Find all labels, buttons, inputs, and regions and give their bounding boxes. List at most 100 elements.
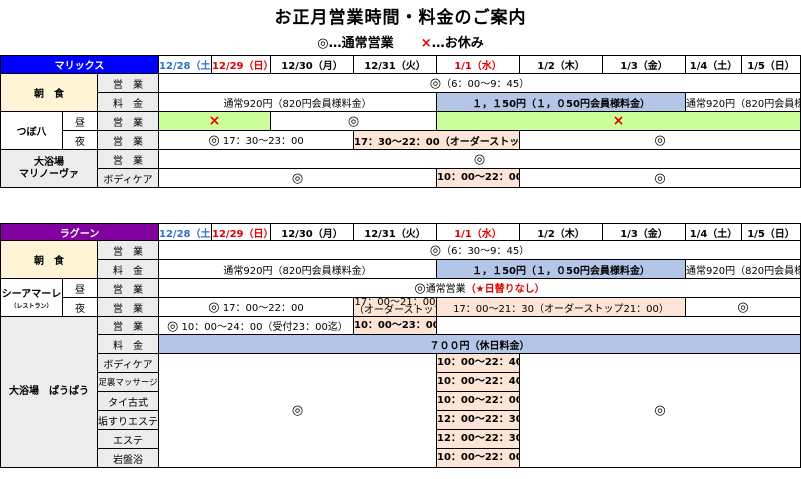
service-label-akasuri: 垢すりエステ bbox=[97, 410, 159, 430]
service-label-esthe: エステ bbox=[97, 429, 159, 449]
paupau-price: ７００円（休日料金） bbox=[158, 334, 801, 354]
paupau-label: 大浴場 ぱうぱう bbox=[0, 316, 98, 468]
paupau-hours: ◎ 10：00〜24：00（受付23：00迄） bbox=[158, 316, 354, 335]
date-1230: 12/30（月） bbox=[270, 223, 354, 241]
tsubohachi-night-open-2: ◎ bbox=[519, 130, 801, 150]
paupau-hours-blank bbox=[436, 316, 801, 335]
breakfast-label: 朝 食 bbox=[0, 73, 98, 112]
date-0101: 1/1（水） bbox=[436, 223, 520, 241]
breakfast-price-row: 料 金 通常920円（820円会員様料金） １，１50円（１，０50円会員様料金… bbox=[1, 259, 801, 279]
service-special-ganban: 10：00〜22：00(受付21：00迄) bbox=[436, 448, 520, 468]
date-1230: 12/30（月） bbox=[270, 55, 355, 74]
date-1228: 12/28（土） bbox=[158, 55, 213, 74]
breakfast-label: 朝 食 bbox=[0, 240, 98, 279]
services-open-1: ◎ bbox=[158, 353, 437, 468]
tsubohachi-label: つぼ八 bbox=[0, 111, 63, 150]
row-label-open: 営 業 bbox=[96, 73, 160, 93]
service-label-foot: 足裏マッサージ bbox=[97, 372, 159, 392]
marinova-label: 大浴場 マリノーヴァ bbox=[0, 149, 98, 188]
open-mark: ◎ bbox=[429, 243, 442, 258]
lunch-label: 昼 bbox=[62, 111, 98, 131]
open-mark: ◎ bbox=[208, 300, 220, 315]
page-title: お正月営業時間・料金のご案内 bbox=[274, 8, 527, 28]
open-mark: ◎ bbox=[414, 281, 426, 296]
breakfast-hours: ◎（6：30〜9：45） bbox=[158, 240, 801, 260]
closed-mark: × bbox=[612, 113, 625, 129]
seamarle-night-1231: 17：00〜21：00（オーダーストップ20：30） bbox=[353, 297, 437, 317]
service-special-foot: 10：00〜22：40(受付22：00迄) bbox=[436, 372, 520, 392]
date-1229: 12/29（日） bbox=[211, 55, 272, 74]
tsubohachi-night-row: 夜 営 業 ◎ 17：30〜23：00 17：30〜22：00（オーダーストップ… bbox=[1, 130, 801, 150]
lunch-label: 昼 bbox=[62, 278, 98, 298]
closed-mark: × bbox=[208, 113, 221, 129]
legend-closed-text: …お休み bbox=[431, 36, 484, 51]
row-label-open: 営 業 bbox=[97, 316, 159, 335]
legend-open: ◎…通常営業 bbox=[317, 36, 394, 51]
paupau-hours-text: 10：00〜24：00（受付23：00迄） bbox=[181, 321, 348, 333]
seamarle-sub: （レストラン） bbox=[10, 302, 53, 310]
date-header-row: ラグーン 12/28（土） 12/29（日） 12/30（月） 12/31（火）… bbox=[0, 223, 801, 241]
bath-open-all: ◎ bbox=[158, 149, 801, 169]
bodycare-special: 10：00〜22：00（受付22：00迄） bbox=[436, 168, 521, 188]
seamarle-night-open: ◎ 17：00〜22：00 bbox=[158, 297, 354, 317]
date-0104: 1/4（土） bbox=[685, 55, 743, 74]
row-label-open: 営 業 bbox=[97, 278, 159, 298]
row-label-price: 料 金 bbox=[96, 92, 160, 112]
date-1229: 12/29（日） bbox=[211, 223, 271, 241]
seamarle-name: シーアマーレ bbox=[1, 288, 62, 300]
date-1231: 12/31（火） bbox=[353, 223, 437, 241]
row-label-price: 料 金 bbox=[97, 334, 159, 354]
service-label-thai: タイ古式 bbox=[97, 391, 159, 411]
paupau-price-row: 料 金 ７００円（休日料金） bbox=[1, 334, 801, 354]
row-label-open: 営 業 bbox=[96, 149, 160, 169]
seamarle-lunch-open: ◎通常営業（★日替りなし） bbox=[158, 278, 801, 298]
service-label-ganban: 岩盤浴 bbox=[97, 448, 159, 468]
breakfast-hours: ◎（6：00〜9：45） bbox=[158, 73, 801, 93]
breakfast-price-normal: 通常920円（820円会員様料金） bbox=[158, 259, 437, 279]
open-mark: ◎ bbox=[473, 151, 486, 167]
service-label-bodycare: ボディケア bbox=[97, 353, 159, 373]
service-special-akasuri: 12：00〜22：30(受付22：00迄) bbox=[436, 410, 520, 430]
service-special-bodycare: 10：00〜22：40(受付22：00迄) bbox=[436, 353, 520, 373]
open-mark: ◎ bbox=[208, 133, 220, 148]
night-label: 夜 bbox=[62, 297, 98, 317]
date-0102: 1/2（木） bbox=[519, 223, 603, 241]
bodycare-open-2: ◎ bbox=[519, 168, 801, 188]
seamarle-lunch-note: （★日替りなし） bbox=[465, 284, 545, 295]
night-label: 夜 bbox=[62, 130, 98, 150]
breakfast-price-normal-end: 通常920円（820円会員様料金） bbox=[685, 259, 801, 279]
date-0105: 1/5（日） bbox=[741, 223, 801, 241]
row-label-open: 営 業 bbox=[96, 111, 160, 131]
row-label-price: 料 金 bbox=[97, 259, 159, 279]
date-0105: 1/5（日） bbox=[741, 55, 801, 74]
breakfast-hours-text: （6：30〜9：45） bbox=[441, 246, 530, 257]
marix-schedule-table: マリックス 12/28（土） 12/29（日） 12/30（月） 12/31（火… bbox=[0, 55, 801, 188]
row-label-bodycare: ボディケア bbox=[96, 168, 160, 188]
bodycare-row: ボディケア ◎ 10：00〜22：00（受付22：00迄） ◎ bbox=[1, 168, 801, 188]
seamarle-label: シーアマーレ （レストラン） bbox=[0, 278, 63, 317]
paupau-open-row: 大浴場 ぱうぱう 営 業 ◎ 10：00〜24：00（受付23：00迄） 10：… bbox=[0, 316, 801, 468]
tsubohachi-lunch-open: ◎ bbox=[270, 111, 438, 131]
tsubohachi-lunch-row: つぼ八 昼 営 業 × ◎ × bbox=[0, 111, 801, 150]
date-0102: 1/2（木） bbox=[519, 55, 604, 74]
open-mark: ◎ bbox=[291, 170, 304, 186]
open-mark: ◎ bbox=[654, 170, 666, 186]
open-mark: ◎ bbox=[654, 403, 666, 418]
open-mark: ◎ bbox=[737, 299, 749, 315]
seamarle-night-newyear: 17：00〜21：30（オーダーストップ21：00） bbox=[436, 297, 686, 317]
seamarle-night-hours: 17：00〜22：00 bbox=[222, 303, 304, 314]
date-0103: 1/3（金） bbox=[602, 223, 686, 241]
breakfast-price-newyear: １，１50円（１，０50円会員様料金） bbox=[436, 259, 686, 279]
tsubohachi-night-open: ◎ 17：30〜23：00 bbox=[158, 130, 355, 150]
breakfast-hours-text: （6：00〜9：45） bbox=[441, 79, 530, 90]
lagoon-schedule-table: ラグーン 12/28（土） 12/29（日） 12/30（月） 12/31（火）… bbox=[0, 223, 801, 468]
date-1231: 12/31（火） bbox=[353, 55, 438, 74]
breakfast-price-row: 料 金 通常920円（820円会員様料金） １，１50円（１，０50円会員様料金… bbox=[1, 92, 801, 112]
breakfast-open-row: 朝 食 営 業 ◎（6：30〜9：45） bbox=[0, 240, 801, 279]
breakfast-open-row: 朝 食 営 業 ◎（6：00〜9：45） bbox=[0, 73, 801, 112]
seamarle-night-open-2: ◎ bbox=[685, 297, 801, 317]
open-mark: ◎ bbox=[654, 132, 666, 148]
seamarle-lunch-text: 通常営業 bbox=[425, 284, 466, 295]
breakfast-price-normal: 通常920円（820円会員様料金） bbox=[158, 92, 438, 112]
bodycare-open-1: ◎ bbox=[158, 168, 438, 188]
